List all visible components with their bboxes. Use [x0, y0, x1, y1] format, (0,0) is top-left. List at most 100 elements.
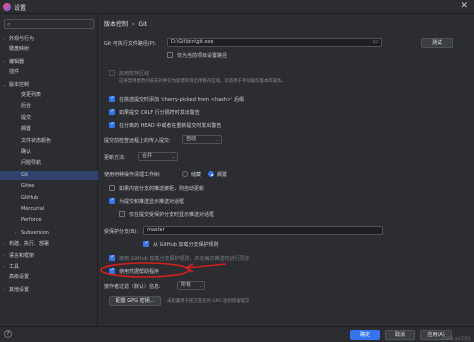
sidebar-item[interactable]: Perforce [0, 216, 98, 225]
shelve-label: 搁置 [217, 172, 228, 178]
sidebar-item[interactable]: 问题导航 [0, 159, 98, 168]
close-icon[interactable]: ✕ [460, 1, 468, 11]
auto-update-label: 如果内容分支的推送被拒，则自动更新 [119, 186, 205, 192]
sidebar-item[interactable]: › 其他设置 [0, 285, 98, 294]
stash-radio[interactable] [182, 171, 188, 177]
sidebar-item-label: 版本控制 [9, 81, 30, 88]
test-button[interactable]: 测试 [421, 38, 453, 48]
author-filter-label: 按作者过滤（默认）信息: [104, 284, 161, 290]
update-method-select[interactable]: 合并 ⌄ [138, 152, 178, 161]
ok-button[interactable]: 确定 [350, 330, 380, 340]
sidebar-item[interactable]: › 外观与行为 [0, 34, 98, 43]
search-input[interactable]: ⌕ [4, 19, 94, 29]
project-only-checkbox[interactable] [167, 52, 173, 58]
author-filter-value: 所有 [181, 282, 192, 288]
credential-helper-checkbox[interactable] [109, 267, 115, 274]
sidebar-item[interactable]: GitHub [0, 194, 98, 203]
breadcrumb: 版本控制 › Git [104, 19, 151, 28]
project-only-label: 仅为当前项目设置路径 [177, 53, 228, 59]
sidebar-item-label: 提交 [21, 114, 32, 121]
sidebar-item[interactable]: › Subversion [0, 228, 98, 237]
staging-checkbox[interactable] [109, 70, 115, 76]
git-path-value: D:\Git\bin\git.exe [171, 39, 214, 45]
push-dialog-checkbox[interactable] [109, 197, 115, 204]
sidebar-item-label: Subversion [21, 229, 49, 236]
protected-only-label: 仅在提交受保护分支时显示推送对话框 [129, 212, 215, 218]
sidebar-item-label: 变更列表 [21, 92, 42, 98]
sidebar-item[interactable]: › 语言和框架 [0, 251, 98, 260]
configure-gpg-button[interactable]: 配置 GPG 密钥... [109, 296, 161, 306]
protected-branches-label: 受保护分支(B): [104, 229, 139, 235]
sidebar-item-label: 文件状态颜色 [21, 137, 52, 144]
sidebar-item[interactable]: 搁置 [0, 125, 98, 134]
stash-label: 储藏 [191, 172, 202, 178]
protected-only-checkbox[interactable] [119, 211, 125, 217]
app-logo-icon [3, 3, 11, 11]
sidebar-item[interactable]: 插件 [0, 68, 98, 77]
sidebar-item-label: 高级设置 [9, 274, 30, 281]
help-icon[interactable]: ? [4, 330, 12, 338]
settings-sidebar: ⌕ › 外观与行为键盘映射 › 编辑器插件 ⌄ 版本控制变更列表后台提交搁置文件状态颜色确… [0, 14, 98, 326]
sidebar-item[interactable]: › 编辑器 [0, 57, 98, 66]
clean-tree-label: 使用何种操作清理工作树: [104, 172, 161, 178]
protected-branches-value: master [147, 227, 165, 233]
sidebar-item[interactable]: 文件状态颜色 [0, 137, 98, 146]
incoming-commits-label: 提交前检查远程上的传入提交: [104, 138, 171, 144]
protected-branches-input[interactable]: master [143, 226, 383, 235]
sidebar-item[interactable]: Git [0, 170, 98, 180]
folder-icon[interactable]: ▭ [372, 38, 378, 45]
sidebar-item-label: 语言和框架 [9, 252, 35, 259]
sidebar-item[interactable]: 后台 [0, 102, 98, 111]
sidebar-item-label: 编辑器 [9, 58, 25, 65]
sidebar-item-label: 搁置 [21, 126, 32, 133]
author-filter-select[interactable]: 所有 ⌄ [177, 281, 205, 290]
shelve-radio[interactable] [208, 171, 214, 177]
git-path-label: Git 可执行文件路径(P): [104, 41, 157, 47]
sidebar-item[interactable]: 确认 [0, 148, 98, 157]
sidebar-item-label: 构建、执行、部署 [9, 241, 50, 248]
sidebar-item-label: Perforce [21, 217, 42, 224]
incoming-commits-value: 自动 [186, 136, 197, 142]
update-method-value: 合并 [142, 153, 153, 159]
git-settings-panel: 版本控制 › Git Git 可执行文件路径(P): D:\Git\bin\git.… [99, 14, 474, 326]
watermark: CSDN @CC阳1 [442, 336, 471, 341]
sidebar-item[interactable]: 变更列表 [0, 91, 98, 100]
sidebar-item[interactable]: Gitee [0, 182, 98, 191]
search-icon: ⌕ [7, 21, 11, 28]
sidebar-item-label: Git [21, 171, 29, 178]
cancel-button[interactable]: 取消 [385, 330, 415, 340]
crlf-checkbox[interactable] [109, 108, 115, 115]
sidebar-item-label: GitHub [21, 194, 39, 201]
gpg-hint: 未配置用于提交签名的 GPG 密钥保留提交 [167, 299, 250, 304]
staging-label: 启用暂存区域 [119, 71, 150, 77]
sidebar-item-label: 后台 [21, 103, 32, 110]
sidebar-item[interactable]: 高级设置 [0, 273, 98, 282]
push-dialog-label: 为提交和推送显示推送对话框 [119, 199, 185, 205]
sidebar-item-label: 插件 [9, 69, 20, 76]
sync-rules-label: 使用 GitHub 加载分支保护规则，并在每次推送时进行同步 [119, 256, 250, 262]
sync-rules-checkbox[interactable] [109, 254, 115, 261]
sidebar-item-label: 工具 [9, 264, 20, 270]
sidebar-item-label: 外观与行为 [9, 36, 35, 42]
sidebar-item-label: 键盘映射 [9, 46, 30, 53]
sidebar-item-label: Mercurial [21, 206, 45, 212]
github-rules-checkbox[interactable] [143, 240, 149, 247]
sidebar-item[interactable]: › 工具 [0, 262, 98, 271]
sidebar-item-label: Gitee [21, 183, 35, 190]
cherry-pick-label: 在挑选提交时添加 'cherry-picked from <hash>' 后缀 [119, 97, 245, 103]
sidebar-item[interactable]: ⌄ 版本控制 [0, 80, 98, 89]
incoming-commits-select[interactable]: 自动 ⌄ [182, 135, 222, 144]
auto-update-checkbox[interactable] [109, 185, 115, 191]
breadcrumb-parent[interactable]: 版本控制 [104, 21, 128, 28]
sidebar-item[interactable]: Mercurial [0, 205, 98, 214]
chevron-down-icon: ⌄ [198, 283, 202, 288]
sidebar-item[interactable]: 提交 [0, 114, 98, 123]
cherry-pick-checkbox[interactable] [109, 95, 115, 102]
sidebar-item-label: 问题导航 [21, 160, 42, 167]
git-path-input[interactable]: D:\Git\bin\git.exe ▭ [167, 38, 382, 47]
sidebar-item[interactable]: › 构建、执行、部署 [0, 239, 98, 248]
crlf-label: 如果提交 CRLF 行分隔符时发出警告 [119, 110, 200, 116]
github-rules-label: 从 GitHub 加载分支保护规则 [153, 242, 219, 248]
sidebar-item[interactable]: 键盘映射 [0, 45, 98, 54]
detached-head-checkbox[interactable] [109, 121, 115, 128]
